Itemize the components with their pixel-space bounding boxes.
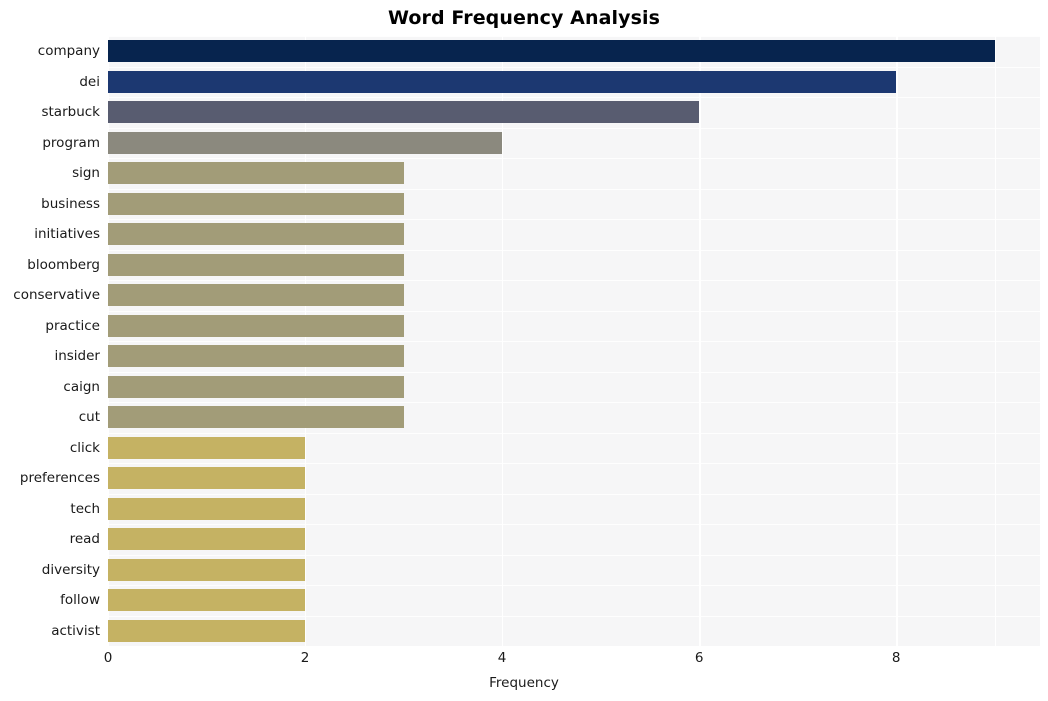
y-tick-label: click [69, 439, 100, 456]
y-tick-label: follow [60, 592, 100, 609]
x-tick-label: 2 [300, 650, 310, 666]
y-tick-label: diversity [41, 561, 100, 578]
y-tick-label: insider [54, 348, 100, 365]
x-tick-label: 8 [891, 650, 901, 666]
chart-title: Word Frequency Analysis [387, 7, 661, 29]
x-tick-label: 0 [103, 650, 113, 666]
y-tick-label: initiatives [34, 226, 100, 243]
y-axis-tick-labels: company dei starbuck program sign business ini… [0, 36, 1048, 646]
y-tick-label: company [37, 43, 100, 60]
y-tick-label: business [41, 195, 100, 212]
y-tick-label: starbuck [41, 104, 100, 121]
y-tick-label: cut [78, 409, 100, 426]
y-tick-label: sign [72, 165, 100, 182]
y-tick-label: practice [45, 317, 100, 334]
y-tick-label: preferences [19, 470, 100, 487]
chart-figure: Word Frequency Analysis company dei starbu… [0, 0, 1048, 701]
gridline-row-20 [108, 646, 1040, 647]
x-axis-tick-labels: 0 2 4 6 8 [0, 650, 1048, 672]
y-tick-label: read [69, 531, 100, 548]
x-tick-label: 6 [694, 650, 704, 666]
y-tick-label: dei [79, 73, 100, 90]
y-tick-label: tech [70, 500, 100, 517]
y-tick-label: activist [51, 622, 100, 639]
x-tick-label: 4 [497, 650, 507, 666]
y-tick-label: program [42, 134, 100, 151]
y-tick-label: bloomberg [27, 256, 100, 273]
x-axis-title: Frequency [489, 675, 559, 691]
y-tick-label: caign [63, 378, 100, 395]
y-tick-label: conservative [13, 287, 100, 304]
